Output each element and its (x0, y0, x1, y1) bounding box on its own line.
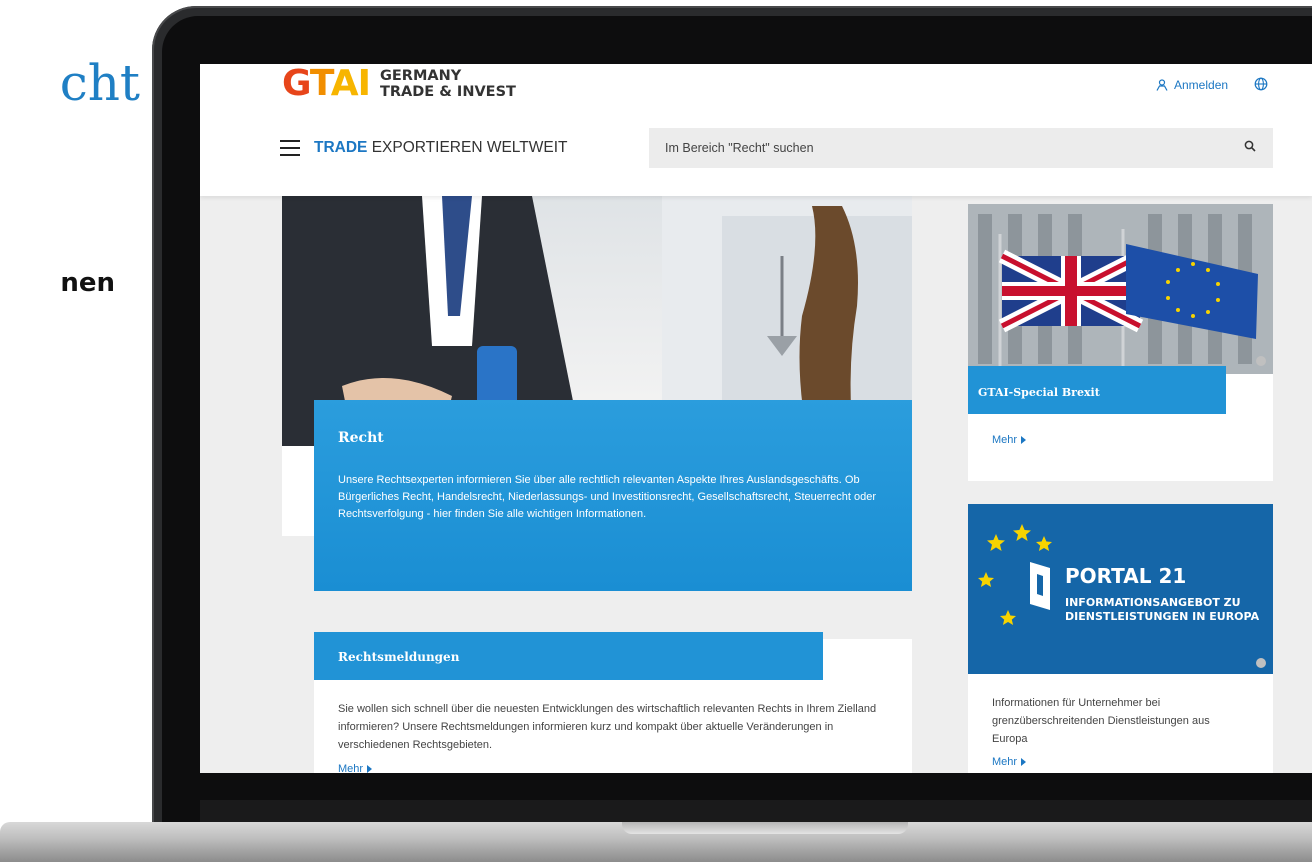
news-title-bar[interactable]: Rechtsmeldungen (314, 632, 823, 680)
hero-panel: Recht Unsere Rechtsexperten informieren … (314, 400, 912, 591)
arrow-right-icon (367, 765, 373, 773)
hero-title: Recht (338, 430, 384, 446)
logo-text: GERMANY TRADE & INVEST (380, 68, 516, 100)
portal-text: Informationen für Unternehmer bei grenzü… (992, 697, 1210, 745)
brexit-title: GTAI-Special Brexit (978, 386, 1100, 399)
user-icon (1156, 79, 1168, 91)
news-more-link[interactable]: Mehr (338, 760, 898, 773)
search-icon[interactable] (1244, 140, 1256, 152)
portal-title: PORTAL 21 (1065, 564, 1187, 588)
flags-illustration (968, 204, 1273, 374)
news-text-block: Sie wollen sich schnell über die neueste… (338, 700, 898, 773)
laptop-notch (622, 822, 908, 834)
gtai-logo[interactable]: GTAI GERMANY TRADE & INVEST (282, 66, 516, 102)
portal-subtitle: INFORMATIONSANGEBOT ZU DIENSTLEISTUNGEN … (1065, 596, 1260, 623)
slide-heading-fragment: cht (59, 58, 140, 108)
logo-line-1: GERMANY (379, 68, 462, 84)
hamburger-menu-icon[interactable] (280, 140, 300, 156)
login-link[interactable]: Anmelden (1156, 78, 1228, 92)
slide-subheading-fragment: nen (60, 268, 115, 298)
arrow-right-icon (1021, 758, 1027, 766)
portal-banner[interactable]: PORTAL 21 INFORMATIONSANGEBOT ZU DIENSTL… (968, 504, 1273, 674)
brexit-more-label: Mehr (992, 434, 1018, 446)
login-label: Anmelden (1174, 78, 1229, 92)
news-title: Rechtsmeldungen (338, 650, 460, 664)
browser-screen: GTAI GERMANY TRADE & INVEST Anmelden TRA… (200, 64, 1312, 773)
logo-mark: GTAI (282, 64, 371, 104)
search-input[interactable] (649, 128, 1273, 168)
news-more-label: Mehr (338, 763, 364, 773)
arrow-right-icon (1021, 436, 1027, 444)
logo-line-2: TRADE & INVEST (379, 84, 516, 100)
hero-text: Unsere Rechtsexperten informieren Sie üb… (338, 474, 877, 520)
brexit-image (968, 204, 1273, 374)
section-title[interactable]: TRADE EXPORTIEREN WELTWEIT (314, 139, 567, 157)
globe-icon[interactable] (1254, 77, 1268, 91)
carousel-dot[interactable] (1256, 658, 1266, 668)
brexit-more-link[interactable]: Mehr (992, 434, 1027, 446)
portal-more-link[interactable]: Mehr (992, 756, 1027, 768)
portal-door-icon (1030, 562, 1050, 610)
news-text: Sie wollen sich schnell über die neueste… (338, 703, 877, 751)
site-header: GTAI GERMANY TRADE & INVEST Anmelden TRA… (200, 64, 1312, 196)
portal-more-label: Mehr (992, 756, 1018, 768)
brexit-title-bar[interactable]: GTAI-Special Brexit (968, 366, 1226, 414)
eu-stars-icon (978, 524, 1052, 625)
carousel-dot[interactable] (1256, 356, 1266, 366)
